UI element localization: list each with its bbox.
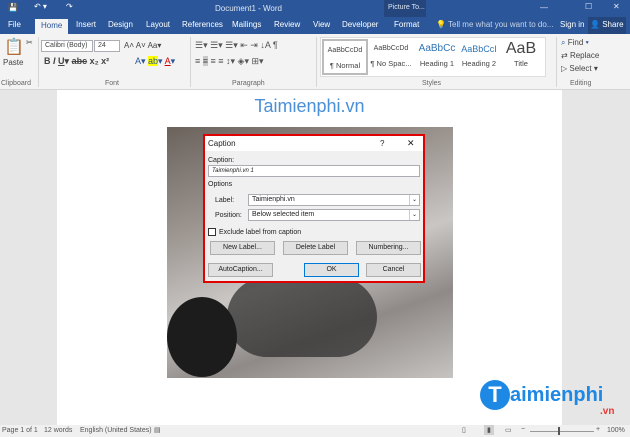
tab-home[interactable]: Home <box>35 19 69 34</box>
dialog-titlebar: Caption ? ✕ <box>205 136 423 151</box>
style-heading-1[interactable]: AaBbCc Heading 1 <box>414 39 460 75</box>
group-paragraph: Paragraph <box>232 80 265 87</box>
window-title: Document1 - Word <box>215 4 282 13</box>
style-normal[interactable]: AaBbCcDd ¶ Normal <box>322 39 368 75</box>
page-count[interactable]: Page 1 of 1 <box>2 427 38 434</box>
style-heading-2[interactable]: AaBbCcI Heading 2 <box>456 39 502 75</box>
minimize-icon[interactable]: — <box>540 3 548 12</box>
label-select[interactable]: Taimienphi.vn ⌄ <box>248 194 420 206</box>
tab-design[interactable]: Design <box>108 20 133 29</box>
label-value: Taimienphi.vn <box>252 196 295 203</box>
select-label: Select <box>569 64 592 73</box>
chevron-down-icon: ⌄ <box>409 195 419 205</box>
zoom-slider[interactable] <box>530 431 594 432</box>
word-count[interactable]: 12 words <box>44 427 72 434</box>
position-select[interactable]: Below selected item ⌄ <box>248 209 420 221</box>
share-button[interactable]: 👤 Share <box>588 17 626 34</box>
tab-view[interactable]: View <box>313 20 330 29</box>
font-color-button[interactable]: A▾ ab▾ A▾ <box>135 56 175 67</box>
caption-dialog: Caption ? ✕ Caption: Taimienphi.vn 1 Opt… <box>203 134 425 283</box>
delete-label-button[interactable]: Delete Label <box>283 241 348 255</box>
ok-button[interactable]: OK <box>304 263 359 277</box>
find-button[interactable]: ⌕ Find ▾ <box>561 38 589 48</box>
label-field-label: Label: <box>215 197 235 204</box>
style-no-spacing[interactable]: AaBbCcDd ¶ No Spac... <box>368 39 414 75</box>
tab-mailings[interactable]: Mailings <box>232 20 261 29</box>
web-layout-icon[interactable]: ▭ <box>505 426 512 434</box>
taimienphi-watermark-logo: T aimienphi .vn <box>470 378 630 418</box>
help-button[interactable]: ? <box>380 139 384 148</box>
proofing-icon[interactable]: ▤ <box>154 426 161 434</box>
group-clipboard: Clipboard <box>1 80 31 87</box>
tab-file[interactable]: File <box>8 20 21 29</box>
status-bar: Page 1 of 1 12 words English (United Sta… <box>0 425 630 437</box>
replace-button[interactable]: ⇄ Replace <box>561 51 599 60</box>
group-editing: Editing <box>570 80 592 87</box>
zoom-out-button[interactable]: − <box>521 426 525 433</box>
tab-format[interactable]: Format <box>394 20 419 29</box>
tab-developer[interactable]: Developer <box>342 20 378 29</box>
zoom-level[interactable]: 100% <box>607 427 625 434</box>
find-label: Find <box>567 38 584 47</box>
font-size-select[interactable]: 24 <box>94 40 120 52</box>
language-status[interactable]: English (United States) <box>80 427 152 434</box>
dialog-title: Caption <box>208 139 236 148</box>
sign-in-link[interactable]: Sign in <box>560 20 584 29</box>
exclude-label-checkbox[interactable] <box>208 228 216 236</box>
tab-review[interactable]: Review <box>274 20 300 29</box>
dialog-close-icon[interactable]: ✕ <box>407 138 415 149</box>
bullets-button[interactable]: ☰▾ ☰▾ ☰▾ ⇤ ⇥ ↓A ¶ <box>195 40 278 51</box>
group-styles: Styles <box>422 80 442 87</box>
watermark-brand: aimienphi <box>510 384 604 406</box>
ribbon: 📋 Paste ✂ Clipboard Calibri (Body) 24 A˄… <box>0 34 630 90</box>
select-button[interactable]: ▷ Select ▾ <box>561 64 598 73</box>
zoom-in-button[interactable]: + <box>596 426 600 433</box>
share-label: Share <box>602 20 624 29</box>
context-tab-label: Picture To... <box>388 4 425 11</box>
watermark-suffix: .vn <box>600 406 615 417</box>
tab-references[interactable]: References <box>182 20 223 29</box>
chevron-down-icon: ⌄ <box>409 210 419 220</box>
tab-insert[interactable]: Insert <box>76 20 96 29</box>
exclude-label-text: Exclude label from caption <box>219 229 302 236</box>
cut-icon[interactable]: ✂ <box>26 38 33 47</box>
redo-icon[interactable]: ↷ <box>66 2 73 11</box>
close-icon[interactable]: ✕ <box>613 2 620 11</box>
new-label-button[interactable]: New Label... <box>210 241 275 255</box>
numbering-button[interactable]: Numbering... <box>356 241 421 255</box>
tab-layout[interactable]: Layout <box>146 20 170 29</box>
paste-icon[interactable]: 📋 <box>4 37 24 57</box>
paste-button[interactable]: Paste <box>3 58 23 67</box>
autocaption-button[interactable]: AutoCaption... <box>208 263 273 277</box>
ribbon-tabs: File Home Insert Design Layout Reference… <box>0 17 630 34</box>
grow-font-icon[interactable]: A˄ A˅ Aa▾ <box>124 41 161 50</box>
read-mode-icon[interactable]: ▯ <box>462 426 466 434</box>
maximize-icon[interactable]: ☐ <box>585 2 592 11</box>
caption-input[interactable]: Taimienphi.vn 1 <box>208 165 420 177</box>
cancel-button[interactable]: Cancel <box>366 263 421 277</box>
print-layout-icon[interactable]: ▮ <box>484 425 494 435</box>
position-field-label: Position: <box>215 212 242 219</box>
document-heading[interactable]: Taimienphi.vn <box>57 96 562 117</box>
undo-icon[interactable]: ↶ ▾ <box>34 2 47 11</box>
align-buttons[interactable]: ≡ ≡ ≡ ≡ ↕▾ ◈▾ ⊞▾ <box>195 56 264 67</box>
caption-label: Caption: <box>208 157 235 164</box>
tell-me-text: Tell me what you want to do... <box>448 20 554 29</box>
replace-label: Replace <box>569 51 600 60</box>
bold-button[interactable]: B I U▾ abc x₂ x² <box>44 56 109 67</box>
font-name-select[interactable]: Calibri (Body) <box>41 40 93 52</box>
tell-me-search[interactable]: 💡 Tell me what you want to do... <box>436 20 553 29</box>
position-value: Below selected item <box>252 211 315 218</box>
style-title[interactable]: AaB Title <box>498 39 544 75</box>
title-bar: 💾 ↶ ▾ ↷ Document1 - Word — ☐ ✕ <box>0 0 630 17</box>
zoom-slider-thumb[interactable] <box>558 427 560 435</box>
group-font: Font <box>105 80 120 87</box>
options-heading: Options <box>208 181 233 188</box>
save-icon[interactable]: 💾 <box>8 3 18 12</box>
